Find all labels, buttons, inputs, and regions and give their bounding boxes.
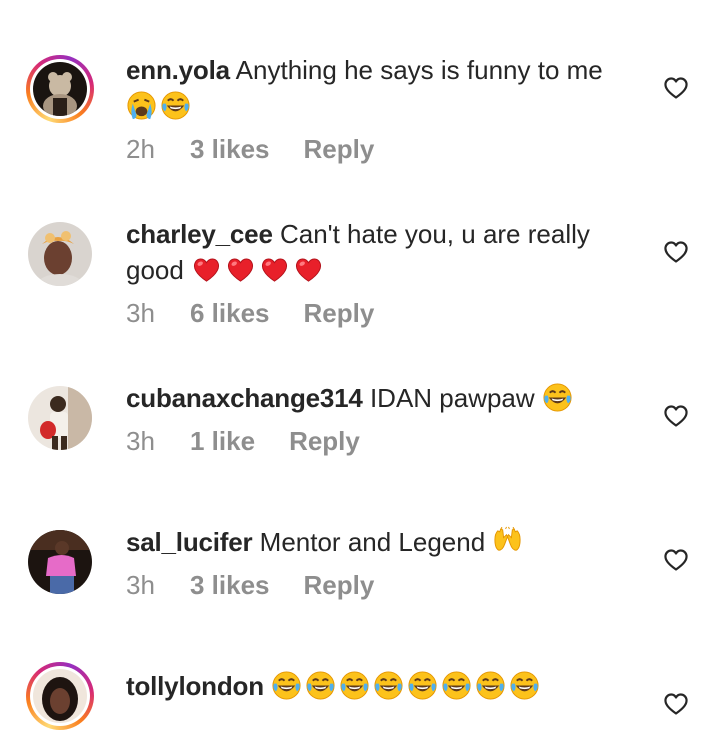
comment-text: Mentor and Legend [259, 527, 486, 557]
joy-face-emoji [271, 670, 302, 701]
comment-meta: 3h 1 like Reply [126, 426, 360, 457]
heart-emoji [293, 254, 324, 285]
username[interactable]: enn.yola [126, 55, 230, 85]
emoji-row [492, 526, 523, 557]
avatar[interactable] [26, 662, 94, 730]
comment-meta: 3h 3 likes Reply [126, 570, 374, 601]
emoji-row [542, 382, 573, 413]
heart-emoji [259, 254, 290, 285]
joy-face-emoji [475, 670, 506, 701]
comment-body: enn.yola Anything he says is funny to me [126, 52, 636, 124]
reply-button[interactable]: Reply [304, 570, 375, 601]
reply-button[interactable]: Reply [304, 298, 375, 329]
story-ring-gap [30, 59, 90, 119]
avatar[interactable] [26, 220, 94, 288]
comment-meta: 2h 3 likes Reply [126, 134, 374, 165]
like-heart-icon[interactable] [663, 548, 689, 572]
likes-count[interactable]: 3 likes [190, 570, 270, 601]
joy-face-emoji [441, 670, 472, 701]
emoji-row [126, 90, 191, 121]
comment-time: 3h [126, 426, 155, 456]
comment-body: charley_cee Can't hate you, u are really… [126, 216, 636, 288]
like-heart-icon[interactable] [663, 404, 689, 428]
avatar-photo [33, 669, 87, 723]
comment-meta: 3h 6 likes Reply [126, 298, 374, 329]
username[interactable]: cubanaxchange314 [126, 383, 363, 413]
like-heart-icon[interactable] [663, 240, 689, 264]
raising-hands-emoji [492, 526, 523, 557]
username[interactable]: tollylondon [126, 671, 264, 701]
likes-count[interactable]: 6 likes [190, 298, 270, 329]
like-heart-icon[interactable] [663, 76, 689, 100]
comment-body: sal_lucifer Mentor and Legend [126, 524, 636, 560]
joy-face-emoji [373, 670, 404, 701]
avatar-photo [33, 62, 87, 116]
comment-time: 3h [126, 570, 155, 600]
comment-text: IDAN pawpaw [369, 383, 535, 413]
comment-time: 3h [126, 298, 155, 328]
reply-button[interactable]: Reply [289, 426, 360, 457]
comment-time: 2h [126, 134, 155, 164]
avatar-photo [28, 222, 92, 286]
likes-count[interactable]: 3 likes [190, 134, 270, 165]
avatar[interactable] [26, 528, 94, 596]
reply-button[interactable]: Reply [304, 134, 375, 165]
avatar[interactable] [26, 384, 94, 452]
comment-body: cubanaxchange314 IDAN pawpaw [126, 380, 636, 416]
avatar[interactable] [26, 55, 94, 123]
joy-face-emoji [407, 670, 438, 701]
username[interactable]: charley_cee [126, 219, 273, 249]
heart-emoji [225, 254, 256, 285]
comment-body: tollylondon [126, 668, 636, 704]
avatar-photo [28, 530, 92, 594]
crying-face-emoji [126, 90, 157, 121]
comment-text: Anything he says is funny to me [235, 55, 603, 85]
emoji-row [191, 254, 324, 285]
avatar-photo [28, 386, 92, 450]
joy-face-emoji [509, 670, 540, 701]
story-ring-gap [30, 666, 90, 726]
likes-count[interactable]: 1 like [190, 426, 255, 457]
like-heart-icon[interactable] [663, 692, 689, 716]
joy-face-emoji [160, 90, 191, 121]
joy-face-emoji [542, 382, 573, 413]
emoji-row [271, 670, 540, 701]
username[interactable]: sal_lucifer [126, 527, 253, 557]
joy-face-emoji [305, 670, 336, 701]
joy-face-emoji [339, 670, 370, 701]
heart-emoji [191, 254, 222, 285]
